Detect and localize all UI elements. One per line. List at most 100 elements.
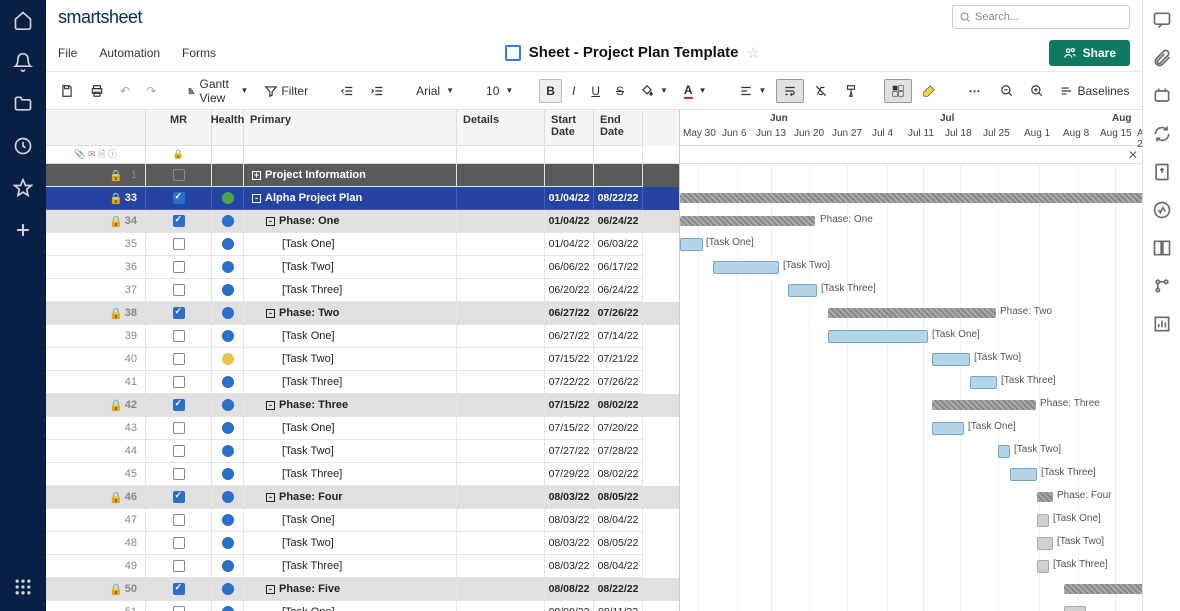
underline-button[interactable]: U [585, 80, 606, 102]
grid-row[interactable]: 41[Task Three]07/22/2207/26/22 [46, 371, 679, 394]
sheet-body: MR Health Primary Details Start Date End… [46, 110, 1142, 611]
icon-header-row: 📎 ✉ 🗎 ⓘ 🔒 [46, 146, 679, 164]
grid-row[interactable]: 43[Task One]07/15/2207/20/22 [46, 417, 679, 440]
bold-button[interactable]: B [539, 79, 562, 103]
font-label: Arial [416, 84, 440, 98]
view-label: Gantt View [200, 77, 235, 105]
grid-row[interactable]: 🔒46-Phase: Four08/03/2208/05/22 [46, 486, 679, 509]
search-placeholder: Search... [975, 11, 1019, 23]
col-index [46, 110, 146, 146]
currency-format-icon[interactable] [884, 79, 912, 103]
grid-row[interactable]: 🔒50-Phase: Five08/08/2208/22/22 [46, 578, 679, 601]
grid-row[interactable]: 45[Task Three]07/29/2208/02/22 [46, 463, 679, 486]
font-selector[interactable]: Arial▼ [410, 80, 460, 102]
filter-label: Filter [281, 84, 308, 98]
menu-forms[interactable]: Forms [182, 46, 216, 60]
grid-row[interactable]: 36[Task Two]06/06/2206/17/22 [46, 256, 679, 279]
plus-icon[interactable] [13, 220, 33, 240]
grid-row[interactable]: 🔒33-Alpha Project Plan01/04/2208/22/22 [46, 187, 679, 210]
toolbar: ↶ ↷ Gantt View▼ Filter Arial▼ 10▼ B I U … [46, 72, 1142, 110]
col-start[interactable]: Start Date [545, 110, 594, 146]
gantt-bars: Phase: One[Task One][Task Two][Task Thre… [680, 164, 1142, 611]
undo-icon[interactable]: ↶ [114, 80, 136, 102]
strike-button[interactable]: S [610, 80, 630, 102]
attachments-icon[interactable] [1152, 48, 1172, 68]
baselines-label: Baselines [1077, 84, 1129, 98]
col-health[interactable]: Health [212, 110, 244, 146]
star-icon[interactable] [13, 178, 33, 198]
column-header: MR Health Primary Details Start Date End… [46, 110, 679, 146]
grid-row[interactable]: 44[Task Two]07/27/2207/28/22 [46, 440, 679, 463]
people-icon [1063, 46, 1077, 60]
print-icon[interactable] [84, 80, 110, 102]
title-row: File Automation Forms Sheet - Project Pl… [46, 34, 1142, 72]
topbar: smartsheet Search... [46, 0, 1142, 34]
menu-file[interactable]: File [58, 46, 77, 60]
grid-row[interactable]: 🔒34-Phase: One01/04/2206/24/22 [46, 210, 679, 233]
more-icon[interactable]: ⋯ [962, 80, 986, 102]
grid-row[interactable]: 51[Task One]08/08/2208/11/22 [46, 601, 679, 611]
search-icon [959, 11, 971, 23]
apps-grid-icon[interactable] [13, 577, 33, 597]
grid-row[interactable]: 47[Task One]08/03/2208/04/22 [46, 509, 679, 532]
grid-row[interactable]: 49[Task Three]08/03/2208/04/22 [46, 555, 679, 578]
timeline-subheader: ✕ [680, 146, 1142, 164]
save-icon[interactable] [54, 80, 80, 102]
indent-icon[interactable] [364, 80, 390, 102]
publish-icon[interactable] [1152, 162, 1172, 182]
zoom-in-icon[interactable] [1024, 80, 1050, 102]
col-end[interactable]: End Date [594, 110, 643, 146]
grid-row[interactable]: 🔒1+Project Information [46, 164, 679, 187]
folder-icon[interactable] [13, 94, 33, 114]
row-actions[interactable]: 📎 ✉ 🗎 ⓘ [46, 146, 146, 163]
view-selector[interactable]: Gantt View▼ [182, 73, 254, 109]
proofs-icon[interactable] [1152, 86, 1172, 106]
home-icon[interactable] [13, 10, 33, 30]
col-details[interactable]: Details [457, 110, 545, 146]
activity-icon[interactable] [1152, 200, 1172, 220]
wrap-button[interactable] [776, 79, 804, 103]
summary-icon[interactable] [1152, 238, 1172, 258]
text-color-button[interactable]: A▼ [678, 79, 713, 103]
workapps-icon[interactable] [1152, 276, 1172, 296]
logo: smartsheet [58, 7, 142, 28]
outdent-icon[interactable] [334, 80, 360, 102]
update-requests-icon[interactable] [1152, 124, 1172, 144]
format-painter-icon[interactable] [838, 80, 864, 102]
zoom-out-icon[interactable] [994, 80, 1020, 102]
share-button[interactable]: Share [1049, 40, 1130, 66]
menu-automation[interactable]: Automation [99, 46, 160, 60]
highlight-icon[interactable] [916, 80, 942, 102]
grid-row[interactable]: 40[Task Two]07/15/2207/21/22 [46, 348, 679, 371]
col-mr[interactable]: MR [146, 110, 212, 146]
grid-row[interactable]: 37[Task Three]06/20/2206/24/22 [46, 279, 679, 302]
italic-button[interactable]: I [566, 80, 581, 102]
size-selector[interactable]: 10▼ [480, 80, 519, 102]
rows-container: 🔒1+Project Information🔒33-Alpha Project … [46, 164, 679, 611]
filter-button[interactable]: Filter [258, 80, 314, 102]
clock-icon[interactable] [13, 136, 33, 156]
baselines-button[interactable]: Baselines [1054, 80, 1135, 102]
redo-icon[interactable]: ↷ [140, 80, 162, 102]
sheet-title[interactable]: Sheet - Project Plan Template [529, 44, 739, 61]
grid-row[interactable]: 🔒42-Phase: Three07/15/2208/02/22 [46, 394, 679, 417]
close-icon[interactable]: ✕ [1128, 148, 1138, 162]
grid-row[interactable]: 48[Task Two]08/03/2208/05/22 [46, 532, 679, 555]
comments-icon[interactable] [1152, 10, 1172, 30]
grid-pane: MR Health Primary Details Start Date End… [46, 110, 680, 611]
chart-icon[interactable] [1152, 314, 1172, 334]
search-input[interactable]: Search... [952, 5, 1130, 29]
favorite-star-icon[interactable]: ☆ [747, 44, 760, 62]
align-h-button[interactable]: ▼ [733, 80, 773, 102]
lock-icon: 🔒 [146, 146, 212, 163]
grid-row[interactable]: 🔒38-Phase: Two06/27/2207/26/22 [46, 302, 679, 325]
grid-row[interactable]: 39[Task One]06/27/2207/14/22 [46, 325, 679, 348]
bell-icon[interactable] [13, 52, 33, 72]
share-label: Share [1083, 46, 1116, 60]
left-nav-rail [0, 0, 46, 611]
col-primary[interactable]: Primary [244, 110, 457, 146]
grid-row[interactable]: 35[Task One]01/04/2206/03/22 [46, 233, 679, 256]
fill-color-button[interactable]: ▼ [634, 80, 674, 102]
gantt-pane[interactable]: JunJulAugMay 30Jun 6Jun 13Jun 20Jun 27Ju… [680, 110, 1142, 611]
clear-format-icon[interactable] [808, 80, 834, 102]
